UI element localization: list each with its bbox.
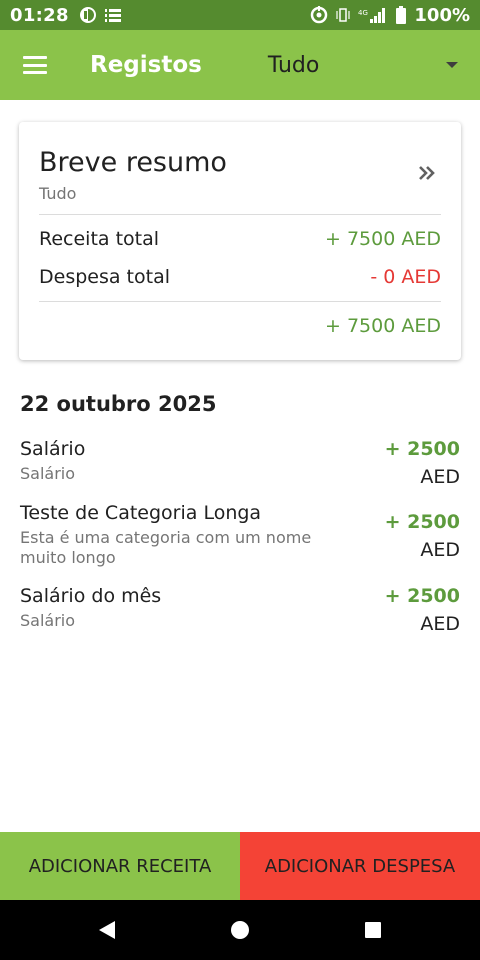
summary-divider <box>39 301 441 302</box>
filter-selected-value: Tudo <box>267 52 320 78</box>
status-time: 01:28 <box>10 4 69 26</box>
menu-button[interactable] <box>0 30 70 100</box>
back-triangle-icon <box>98 921 115 939</box>
income-total-row: Receita total + 7500 AED <box>39 228 441 250</box>
bottom-action-bar: ADICIONAR RECEITA ADICIONAR DESPESA <box>0 832 480 900</box>
status-left-icons <box>79 6 121 24</box>
status-right-icons: 4G 100% <box>310 5 470 26</box>
record-category: Esta é uma categoria com um nome muito l… <box>20 528 312 567</box>
summary-card: Breve resumo Tudo Receita total + 7500 A… <box>19 122 461 360</box>
record-amount: + 2500 <box>384 438 460 460</box>
date-header: 22 outubro 2025 <box>20 392 217 416</box>
status-bar: 01:28 4G 100% <box>0 0 480 30</box>
income-total-value: + 7500 AED <box>325 228 441 250</box>
notes-icon <box>104 9 121 22</box>
hamburger-menu-icon <box>23 56 47 74</box>
record-amount: + 2500 <box>384 511 460 533</box>
record-amount: + 2500 <box>384 585 460 607</box>
summary-subtitle: Tudo <box>39 184 77 203</box>
svg-text:4G: 4G <box>358 9 368 17</box>
page-title: Registos <box>90 52 202 78</box>
record-item[interactable]: Salário do mês Salário + 2500 AED <box>20 585 460 641</box>
home-button[interactable] <box>210 900 270 960</box>
record-currency: AED <box>420 466 460 488</box>
record-currency: AED <box>420 613 460 635</box>
add-income-button[interactable]: ADICIONAR RECEITA <box>0 832 240 900</box>
app-indicator-icon <box>79 7 96 23</box>
balance-total-value: + 7500 AED <box>325 315 441 337</box>
lte-signal-icon: 4G <box>358 8 386 23</box>
record-currency: AED <box>420 539 460 561</box>
battery-icon <box>396 6 407 24</box>
app-toolbar: Registos Tudo <box>0 30 480 100</box>
record-category: Salário <box>20 611 76 630</box>
dropdown-arrow-icon <box>446 62 458 68</box>
summary-title: Breve resumo <box>39 147 227 178</box>
income-total-label: Receita total <box>39 228 160 250</box>
recents-square-icon <box>365 922 382 938</box>
system-navigation-bar <box>0 900 480 960</box>
record-item[interactable]: Salário Salário + 2500 AED <box>20 438 460 494</box>
add-expense-button[interactable]: ADICIONAR DESPESA <box>240 832 480 900</box>
home-circle-icon <box>230 921 249 939</box>
recents-button[interactable] <box>343 900 403 960</box>
expense-total-label: Despesa total <box>39 266 170 288</box>
vibrate-icon <box>336 8 350 22</box>
expense-total-value: - 0 AED <box>370 266 441 288</box>
back-button[interactable] <box>77 900 137 960</box>
sync-icon <box>311 6 328 24</box>
record-item[interactable]: Teste de Categoria Longa Esta é uma cate… <box>20 502 460 578</box>
expense-total-row: Despesa total - 0 AED <box>39 266 441 288</box>
double-chevron-right-icon[interactable] <box>417 164 437 182</box>
filter-dropdown[interactable]: Tudo <box>268 30 480 100</box>
battery-percentage: 100% <box>414 4 470 26</box>
summary-divider <box>39 214 441 215</box>
record-category: Salário <box>20 464 76 483</box>
